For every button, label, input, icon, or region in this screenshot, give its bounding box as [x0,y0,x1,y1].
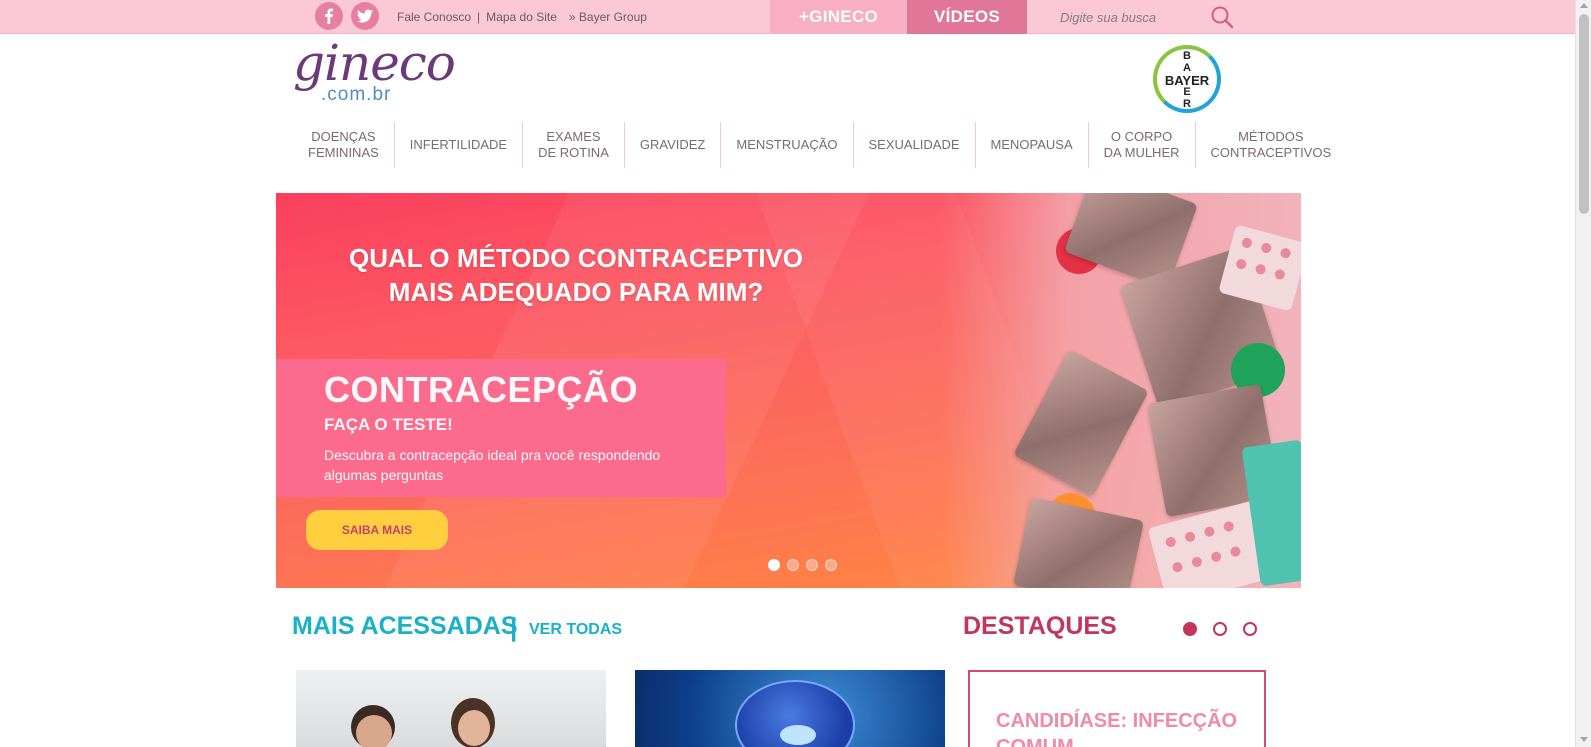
hero-headline: QUAL O MÉTODO CONTRACEPTIVO MAIS ADEQUAD… [348,243,804,307]
tab-gineco[interactable]: +GINECO [770,0,907,34]
search-box [1060,0,1240,34]
facebook-icon[interactable] [315,2,343,30]
hero-pagination [768,559,837,571]
fale-conosco-link[interactable]: Fale Conosco [397,10,471,24]
article-card-image[interactable] [635,670,945,747]
heading-separator: | [510,612,518,642]
nav-menstruacao[interactable]: MENSTRUAÇÃO [721,122,854,168]
hero-dot[interactable] [825,559,837,571]
nav-exames-de-rotina[interactable]: EXAMES DE ROTINA [523,122,625,168]
destaques-dot[interactable] [1183,622,1197,636]
logo-domain: .com.br [321,84,392,105]
nav-doencas-femininas[interactable]: DOENÇAS FEMININAS [293,122,395,168]
article-card-image[interactable] [296,670,606,747]
bayer-logo-horizontal: BAYER [1164,73,1210,88]
top-bar: Fale Conosco | Mapa do Site » Bayer Grou… [0,0,1575,34]
search-input[interactable] [1060,5,1200,29]
main-nav: DOENÇAS FEMININAS INFERTILIDADE EXAMES DE … [293,122,1346,168]
destaque-card[interactable]: CANDIDÍASE: INFECÇÃO COMUM [968,670,1266,747]
top-links: Fale Conosco | Mapa do Site » Bayer Grou… [397,10,647,24]
hero-caption-box: CONTRACEPÇÃO FAÇA O TESTE! Descubra a co… [276,359,726,497]
hero-description: Descubra a contracepção ideal pra você r… [324,447,661,483]
site-logo[interactable]: gineco .com.br [293,34,456,130]
search-icon[interactable] [1210,5,1234,29]
twitter-icon[interactable] [351,2,379,30]
scroll-up-arrow-icon[interactable] [1580,3,1588,8]
bayer-logo[interactable]: B A E R BAYER [1153,45,1221,113]
saiba-mais-button[interactable]: SAIBA MAIS [306,510,448,550]
bayer-group-link[interactable]: » Bayer Group [569,10,647,24]
hero-dot[interactable] [787,559,799,571]
hero-subtitle: FAÇA O TESTE! [324,415,453,434]
hero-dot[interactable] [806,559,818,571]
hero-banner[interactable]: QUAL O MÉTODO CONTRACEPTIVO MAIS ADEQUAD… [276,193,1301,588]
hero-dot[interactable] [768,559,780,571]
scroll-down-arrow-icon[interactable] [1580,737,1588,742]
nav-metodos-contraceptivos[interactable]: MÉTODOS CONTRACEPTIVOS [1196,122,1347,168]
mais-acessadas-heading: MAIS ACESSADAS [292,612,518,640]
destaques-dot[interactable] [1243,622,1257,636]
mapa-do-site-link[interactable]: Mapa do Site [486,10,557,24]
nav-gravidez[interactable]: GRAVIDEZ [625,122,722,168]
destaque-card-title: CANDIDÍASE: INFECÇÃO COMUM [996,710,1238,747]
ver-todas-link[interactable]: VER TODAS [529,621,622,639]
scrollbar-thumb[interactable] [1579,14,1589,214]
nav-menopausa[interactable]: MENOPAUSA [976,122,1089,168]
nav-o-corpo-da-mulher[interactable]: O CORPO DA MULHER [1089,122,1196,168]
page-scrollbar[interactable] [1575,0,1591,747]
destaques-dot[interactable] [1213,622,1227,636]
destaques-pagination [1183,622,1257,636]
tab-videos[interactable]: VÍDEOS [907,0,1027,34]
hero-title: CONTRACEPÇÃO [324,369,639,410]
nav-sexualidade[interactable]: SEXUALIDADE [854,122,976,168]
link-separator: | [477,10,481,24]
destaques-heading: DESTAQUES [963,612,1117,640]
nav-infertilidade[interactable]: INFERTILIDADE [395,122,524,168]
